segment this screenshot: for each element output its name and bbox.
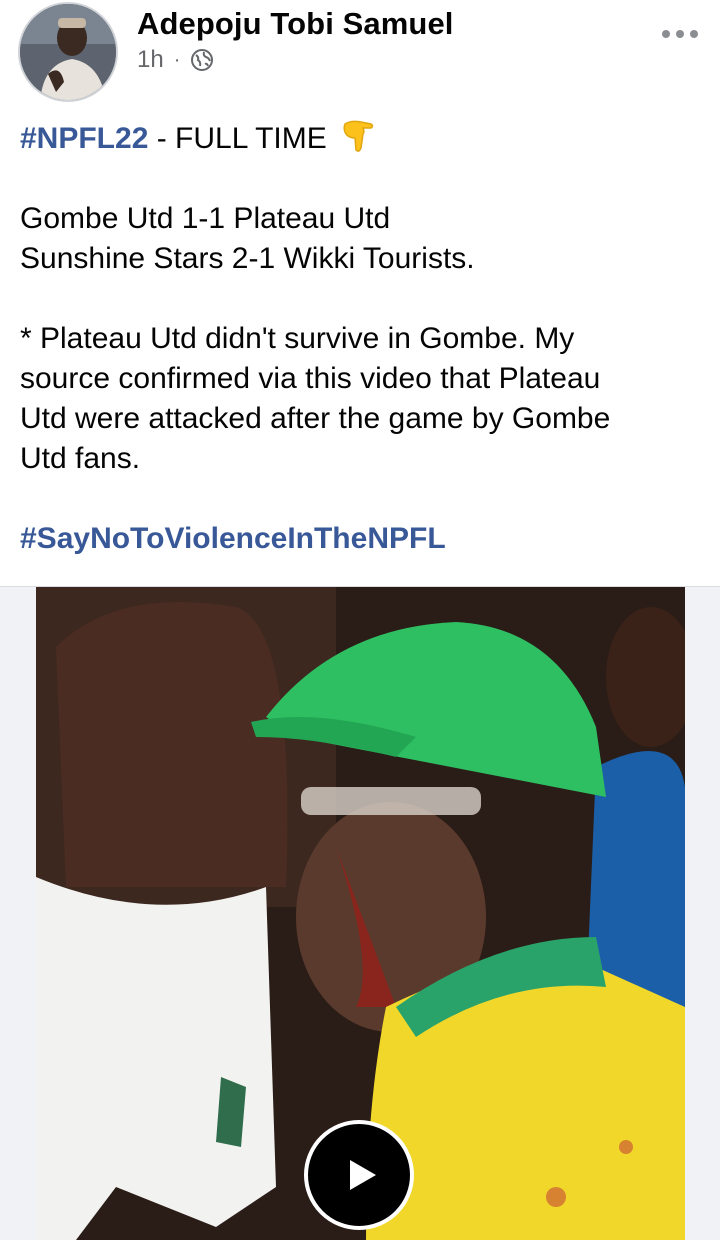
paragraph-line: Utd fans. [20, 442, 141, 475]
meta-separator: · [173, 48, 181, 71]
pointing-down-hand-icon [343, 120, 374, 152]
author-name[interactable]: Adepoju Tobi Samuel [137, 6, 454, 42]
dot-icon [676, 30, 684, 38]
post-meta: 1h · [137, 45, 214, 75]
paragraph-line: * Plateau Utd didn't survive in Gombe. M… [20, 322, 575, 355]
play-button[interactable] [304, 1120, 414, 1230]
paragraph-line: source confirmed via this video that Pla… [20, 362, 601, 395]
author-avatar[interactable] [18, 2, 118, 102]
dot-icon [690, 30, 698, 38]
post-body: #NPFL22 - FULL TIME Gombe Utd 1-1 Platea… [20, 118, 700, 559]
post-time[interactable]: 1h [137, 46, 164, 74]
result-line: Sunshine Stars 2-1 Wikki Tourists. [20, 242, 475, 275]
hashtag-say-no-to-violence[interactable]: #SayNoToViolenceInTheNPFL [20, 519, 700, 559]
dot-icon [662, 30, 670, 38]
more-options-button[interactable] [662, 30, 698, 38]
post-title-line: #NPFL22 - FULL TIME [20, 118, 700, 159]
result-line: Gombe Utd 1-1 Plateau Utd [20, 202, 391, 235]
play-icon [350, 1160, 376, 1190]
post-header: Adepoju Tobi Samuel 1h · [0, 0, 720, 110]
globe-icon [191, 49, 214, 71]
post-title-text: - FULL TIME [148, 122, 327, 155]
paragraph-line: Utd were attacked after the game by Gomb… [20, 402, 611, 435]
hashtag-npfl22[interactable]: #NPFL22 [20, 122, 148, 155]
